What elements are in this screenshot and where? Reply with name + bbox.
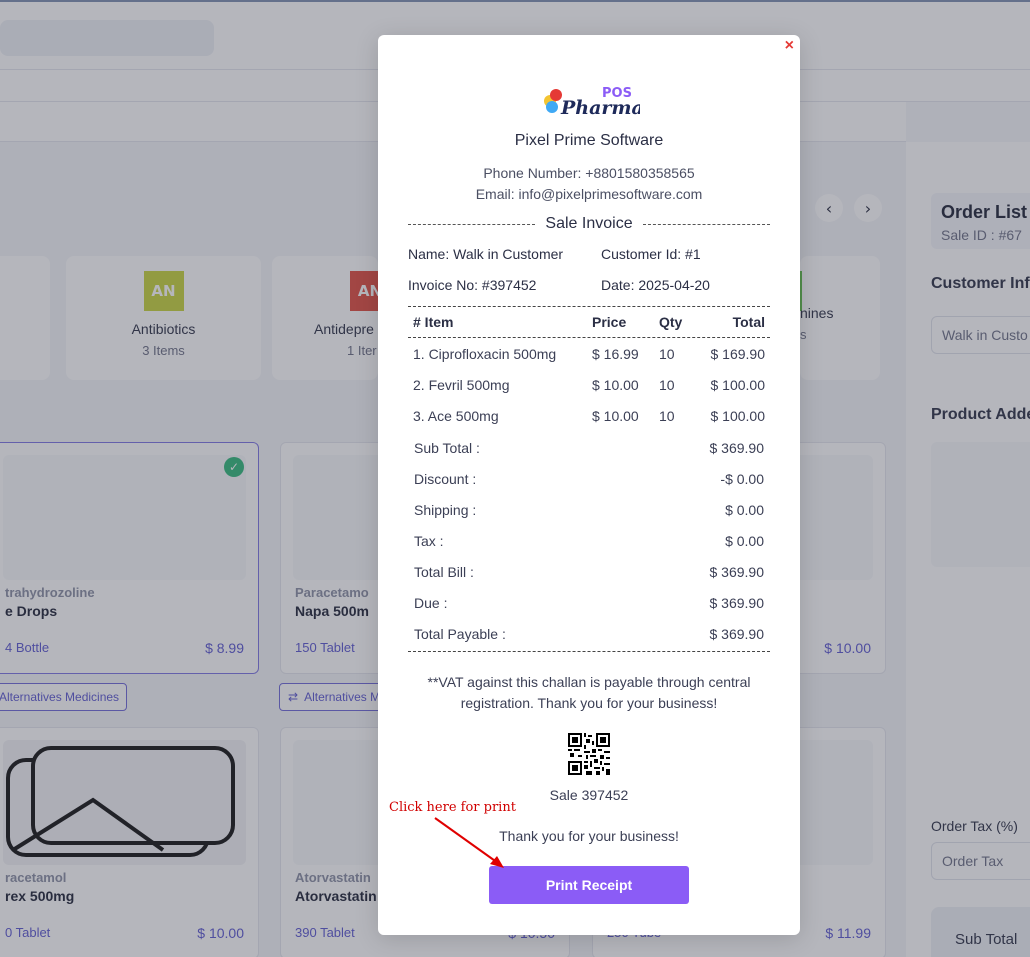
pills-icon: POS Pharma [544,86,644,119]
summary-label: Tax : [414,533,444,549]
item-total: $ 100.00 [710,408,766,424]
item-price: $ 10.00 [592,408,639,424]
summary-total-payable: Total Payable : $ 369.90 [414,626,764,642]
summary-label: Total Payable : [414,626,506,642]
pharma-pos-logo: POS Pharma [540,85,644,119]
summary-value: $ 369.90 [709,626,765,642]
close-icon[interactable]: × [785,37,794,55]
divider [408,337,770,338]
print-receipt-button[interactable]: Print Receipt [489,866,689,904]
summary-label: Shipping : [414,502,477,518]
company-name: Pixel Prime Software [514,132,664,149]
invoice-date: Date: 2025-04-20 [601,277,710,293]
item-name: 1. Ciprofloxacin 500mg [413,346,557,362]
summary-tax: Tax : $ 0.00 [414,533,764,549]
print-hint-annotation: Click here for print [389,800,516,815]
item-price: $ 10.00 [592,377,639,393]
summary-discount: Discount : -$ 0.00 [414,471,764,487]
col-header-total: Total [732,314,765,330]
item-price: $ 16.99 [592,346,639,362]
item-name: 2. Fevril 500mg [413,377,510,393]
customer-name: Name: Walk in Customer [408,246,564,262]
divider [408,651,770,652]
summary-label: Total Bill : [414,564,474,580]
col-header-qty: Qty [659,314,683,330]
summary-value: -$ 0.00 [720,471,764,487]
invoice-number: Invoice No: #397452 [408,277,537,293]
col-header-item: # Item [413,314,454,330]
summary-label: Sub Total : [414,440,480,456]
divider [408,306,770,307]
summary-label: Due : [414,595,448,611]
invoice-title-row: Sale Invoice [408,213,771,235]
summary-value: $ 369.90 [709,595,765,611]
col-header-price: Price [592,314,627,330]
logo-pharma-text: Pharma [560,97,640,119]
summary-due: Due : $ 369.90 [414,595,764,611]
item-qty: 10 [659,408,675,424]
summary-value: $ 0.00 [725,533,764,549]
summary-label: Discount : [414,471,477,487]
summary-sub-total: Sub Total : $ 369.90 [414,440,764,456]
summary-value: $ 369.90 [709,564,765,580]
summary-shipping: Shipping : $ 0.00 [414,502,764,518]
item-total: $ 169.90 [710,346,766,362]
divider [408,223,536,225]
item-qty: 10 [659,377,675,393]
phone-number: Phone Number: +8801580358565 [483,165,695,181]
summary-value: $ 0.00 [725,502,764,518]
item-name: 3. Ace 500mg [413,408,499,424]
item-total: $ 100.00 [710,377,766,393]
vat-note: **VAT against this challan is payable th… [427,674,751,711]
summary-total-bill: Total Bill : $ 369.90 [414,564,764,580]
qr-code-icon [568,733,610,775]
summary-value: $ 369.90 [709,440,765,456]
customer-id: Customer Id: #1 [601,246,701,262]
divider [642,223,771,225]
item-qty: 10 [659,346,675,362]
email-address: Email: info@pixelprimesoftware.com [475,186,703,202]
invoice-title: Sale Invoice [545,215,633,232]
arrow-icon [434,817,504,868]
